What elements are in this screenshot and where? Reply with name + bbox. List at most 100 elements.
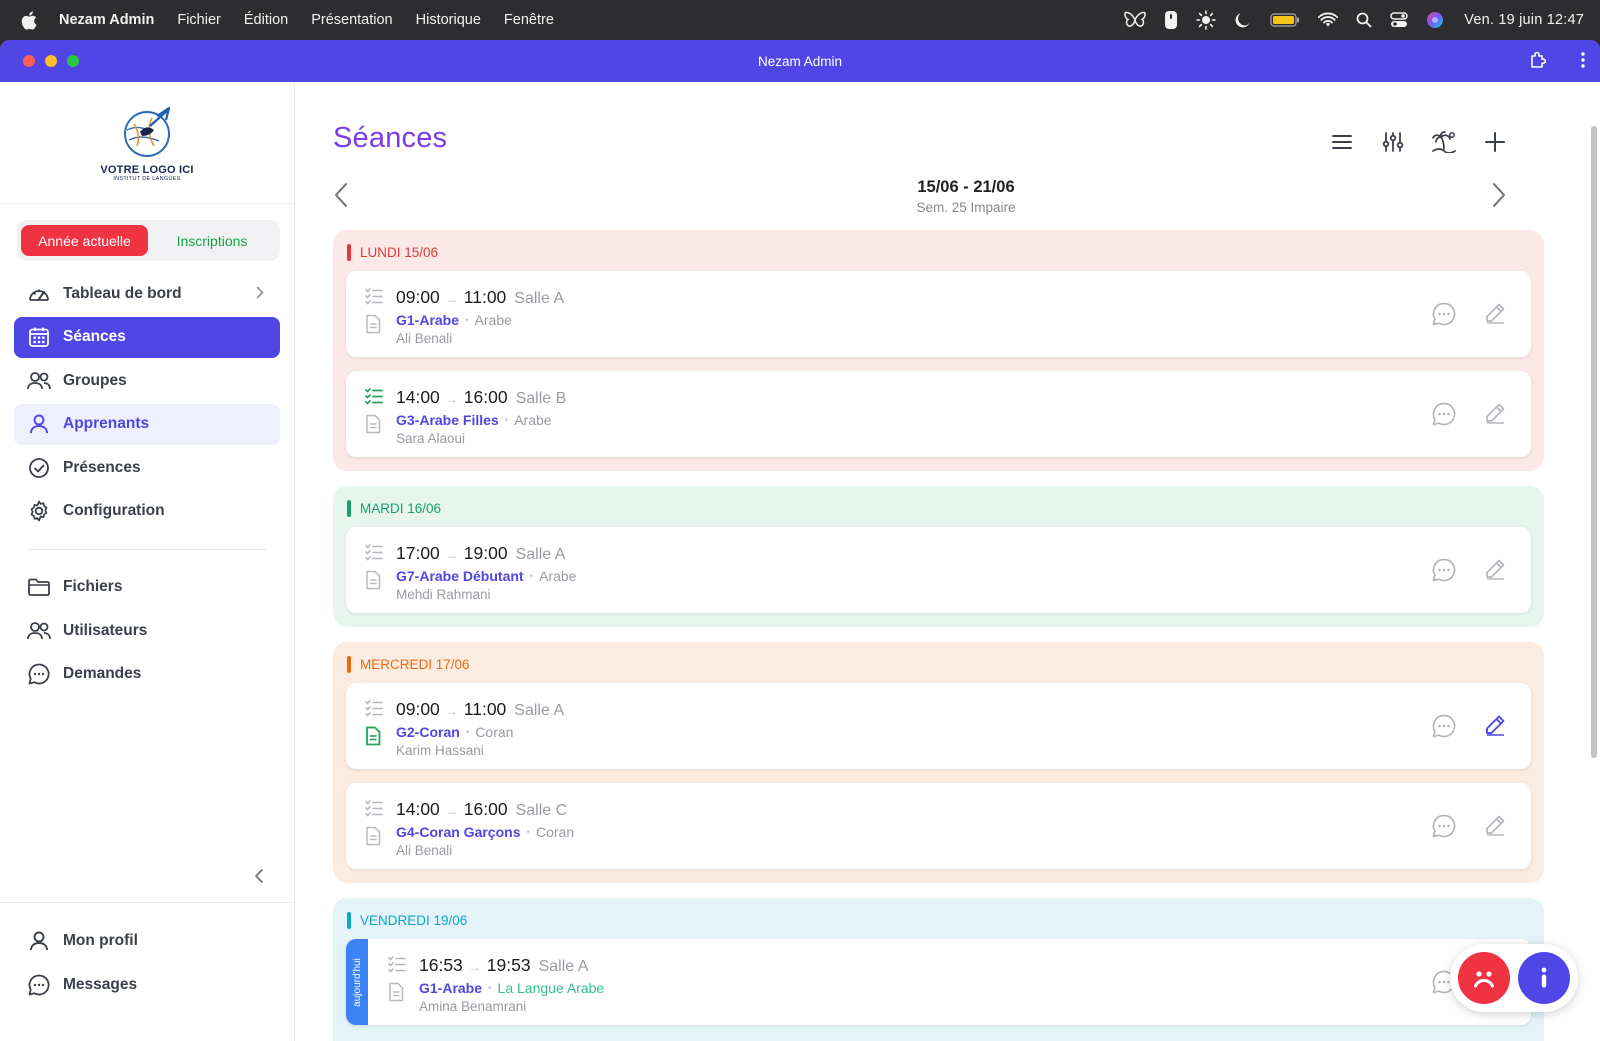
collapse-sidebar-chevron-icon[interactable] [254,868,264,889]
session-start: 16:53 [419,955,463,975]
edit-pencil-icon[interactable] [1483,557,1507,583]
page-title: Séances [333,122,448,154]
checklist-icon [387,955,407,978]
battery-icon[interactable] [1270,13,1300,27]
comment-icon[interactable] [1431,557,1457,583]
calendar-icon [26,324,52,350]
list-view-icon[interactable] [1326,126,1358,158]
close-window-button[interactable] [23,55,35,67]
session-start: 14:00 [396,799,440,819]
session-room: Salle A [514,290,565,307]
comment-icon[interactable] [1431,401,1457,427]
session-card[interactable]: 17:00 → 19:00 Salle A G7-Arabe Débutant • Ara… [346,527,1531,613]
minimize-window-button[interactable] [45,55,57,67]
session-card[interactable]: 14:00 → 16:00 Salle B G3-Arabe Filles • Arabe… [346,371,1531,457]
sidebar-bottom: Mon profil Messages [0,902,295,1007]
mouse-icon[interactable] [1164,10,1178,30]
checklist-icon [364,699,384,722]
session-group-link[interactable]: G4-Coran Garçons [396,824,520,840]
comment-icon[interactable] [1431,301,1457,327]
user-icon [26,411,52,437]
zoom-window-button[interactable] [67,55,79,67]
menu-fenetre[interactable]: Fenêtre [504,12,554,28]
sidebar-item-label: Messages [63,976,138,993]
day-section-mardi: MARDI 16/06 17:00 → 19:00 Salle A G7-Arabe … [333,486,1544,627]
moon-icon[interactable] [1234,11,1252,29]
gauge-icon [26,281,52,307]
edit-pencil-icon[interactable] [1483,401,1507,427]
session-group-link[interactable]: G7-Arabe Débutant [396,568,524,584]
wifi-icon[interactable] [1318,12,1339,28]
sidebar-item-fichiers[interactable]: Fichiers [14,567,280,608]
menu-historique[interactable]: Historique [416,12,481,28]
floating-feedback-bar [1450,944,1578,1012]
filter-sliders-icon[interactable] [1377,126,1409,158]
session-group-link[interactable]: G1-Arabe [396,312,459,328]
sidebar-item-groupes[interactable]: Groupes [14,360,280,401]
info-button[interactable] [1518,952,1570,1004]
scrollbar-thumb[interactable] [1591,126,1597,758]
session-teacher: Sara Alaoui [396,431,466,446]
inscriptions-button[interactable]: Inscriptions [148,225,276,256]
sidebar-item-mon-profil[interactable]: Mon profil [14,919,281,963]
session-teacher: Amina Benamrani [419,999,527,1014]
current-year-button[interactable]: Année actuelle [21,225,148,256]
menubar-clock[interactable]: Ven. 19 juin 12:47 [1464,12,1584,28]
session-card[interactable]: 09:00 → 11:00 Salle A G1-Arabe • Arabe Ali Be… [346,271,1531,357]
edit-pencil-icon[interactable] [1483,301,1507,327]
comment-icon[interactable] [1431,813,1457,839]
apple-icon[interactable] [21,10,43,30]
session-group-link[interactable]: G3-Arabe Filles [396,412,499,428]
sidebar-item-utilisateurs[interactable]: Utilisateurs [14,610,280,651]
session-card-today[interactable]: aujourd'hui 16:53 → 19:53 Salle A G1-Arabe •… [346,939,1531,1025]
day-label-text: MERCREDI 17/06 [360,656,470,672]
menu-app-name[interactable]: Nezam Admin [59,12,154,28]
sidebar-item-seances[interactable]: Séances [14,316,280,358]
menu-fichier[interactable]: Fichier [177,12,221,28]
sidebar-item-demandes[interactable]: Demandes [14,654,280,695]
sidebar-item-configuration[interactable]: Configuration [14,491,280,532]
sidebar-item-tableau-de-bord[interactable]: Tableau de bord [14,273,280,314]
document-icon [364,570,384,595]
sidebar-item-messages[interactable]: Messages [14,963,281,1007]
more-vertical-icon[interactable] [1580,50,1586,70]
siri-icon[interactable] [1426,11,1444,29]
next-week-chevron-icon[interactable] [1492,182,1506,213]
session-card[interactable]: 14:00 → 16:00 Salle C G4-Coran Garçons • Cora… [346,783,1531,869]
session-teacher: Ali Benali [396,843,453,858]
sad-face-feedback-button[interactable] [1458,952,1510,1004]
sidebar-item-label: Demandes [63,665,142,682]
edit-pencil-icon[interactable] [1483,713,1507,739]
butterfly-icon[interactable] [1124,11,1147,29]
sidebar-item-label: Groupes [63,371,127,389]
session-group-link[interactable]: G2-Coran [396,724,460,740]
check-circle-icon [26,455,52,481]
sidebar-item-presences[interactable]: Présences [14,447,280,488]
year-segmented-control: Année actuelle Inscriptions [17,220,280,261]
search-icon[interactable] [1356,12,1372,28]
add-plus-icon[interactable] [1479,126,1511,158]
control-center-icon[interactable] [1390,12,1409,28]
logo[interactable]: VOTRE LOGO ICI INSTITUT DE LANGUES [0,82,294,204]
comment-icon[interactable] [1431,713,1457,739]
sidebar-divider [28,548,266,550]
menu-edition[interactable]: Édition [244,12,288,28]
session-room: Salle A [538,958,589,975]
session-start: 09:00 [396,699,440,719]
sidebar: VOTRE LOGO ICI INSTITUT DE LANGUES Année… [0,82,295,1041]
edit-pencil-icon[interactable] [1483,813,1507,839]
vacation-island-icon[interactable] [1428,126,1460,158]
day-label: MARDI 16/06 [347,498,1531,518]
sidebar-nav-secondary: Fichiers Utilisateurs Demandes [14,567,280,695]
day-label: LUNDI 15/06 [347,242,1531,262]
previous-week-chevron-icon[interactable] [334,182,348,213]
sidebar-item-apprenants[interactable]: Apprenants [14,403,280,445]
user-icon [26,928,52,954]
menu-presentation[interactable]: Présentation [311,12,392,28]
session-card[interactable]: 09:00 → 11:00 Salle A G2-Coran • Coran Karim … [346,683,1531,769]
extension-icon[interactable] [1528,50,1548,70]
document-icon [364,314,384,339]
brightness-icon[interactable] [1196,10,1217,30]
session-group-link[interactable]: G1-Arabe [419,980,482,996]
session-room: Salle C [515,802,568,819]
